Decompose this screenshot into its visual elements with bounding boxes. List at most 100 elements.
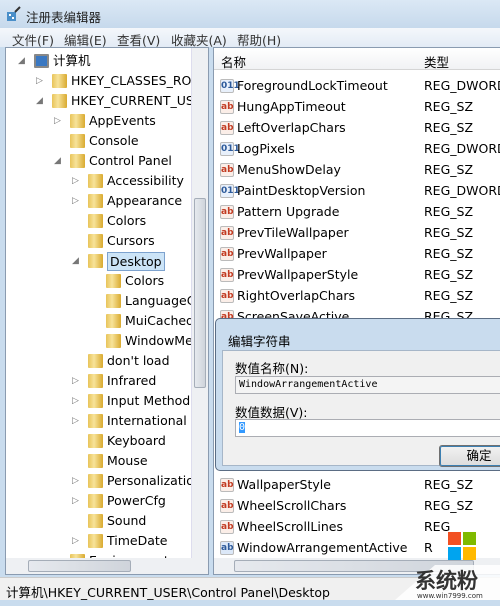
folder-icon [88,534,103,548]
folder-icon [88,254,103,268]
value-row[interactable]: ab RightOverlapChars REG_SZ [214,286,500,306]
collapse-arrow-icon[interactable]: ◢ [18,51,25,71]
value-data-input[interactable]: 0 [235,419,500,437]
folder-icon [88,494,103,508]
value-name: WindowArrangementActive [237,540,408,555]
expand-arrow-icon[interactable]: ▷ [72,191,79,211]
tree-node-label: Personalization [107,473,202,488]
folder-icon [88,174,103,188]
expand-arrow-icon[interactable]: ▷ [54,111,61,131]
binary-value-icon: 011 [220,184,240,198]
scroll-thumb[interactable] [28,560,131,572]
value-name: LogPixels [237,141,295,156]
value-row[interactable]: 011 LogPixels REG_DWORD [214,139,500,159]
value-row[interactable]: ab WheelScrollChars REG_SZ [214,496,500,516]
tree-node-label: HKEY_CLASSES_ROOT [71,73,209,88]
column-header-name[interactable]: 名称 [221,52,246,71]
folder-icon [106,294,121,308]
column-header-type[interactable]: 类型 [424,52,449,71]
value-name: RightOverlapChars [237,288,356,303]
tree-horizontal-scrollbar[interactable] [6,558,208,574]
value-row[interactable]: ab PrevWallpaper REG_SZ [214,244,500,264]
folder-icon [52,74,67,88]
expand-arrow-icon[interactable]: ▷ [72,491,79,511]
value-type: REG_SZ [424,225,474,240]
tree-node-label: PowerCfg [107,493,166,508]
edit-string-dialog: 编辑字符串 数值名称(N): WindowArrangementActive 数… [215,318,500,471]
string-value-icon: ab [220,268,234,282]
folder-icon [88,434,103,448]
value-row[interactable]: ab Pattern Upgrade REG_SZ [214,202,500,222]
expand-arrow-icon[interactable]: ▷ [72,371,79,391]
expand-arrow-icon[interactable]: ▷ [72,391,79,411]
value-row[interactable]: 011 PaintDesktopVersion REG_DWORD [214,181,500,201]
window-title: 注册表编辑器 [26,10,102,25]
folder-icon [88,354,103,368]
folder-icon [88,514,103,528]
tree-node-label: Console [89,133,139,148]
value-type: REG_DWORD [424,78,500,93]
string-value-icon: ab [220,205,234,219]
registry-app-icon [7,6,21,21]
value-row[interactable]: ab PrevWallpaperStyle REG_SZ [214,265,500,285]
svg-text:系统粉: 系统粉 [415,569,478,593]
folder-icon [88,214,103,228]
tree-vertical-scrollbar[interactable] [191,48,208,558]
registry-tree: ◢ 计算机 ▷ HKEY_CLASSES_ROOT ◢ HKEY_CURRENT_USER… [5,47,209,575]
scroll-thumb[interactable] [194,198,206,388]
value-type: REG_DWORD [424,141,500,156]
value-name: PrevWallpaperStyle [237,267,359,282]
folder-icon [70,134,85,148]
tree-node-label: Control Panel [89,153,172,168]
expand-arrow-icon[interactable]: ▷ [72,531,79,551]
tree-node-label: Colors [125,273,165,288]
collapse-arrow-icon[interactable]: ◢ [54,151,61,171]
value-name-field[interactable]: WindowArrangementActive [235,376,500,394]
value-row[interactable]: ab WallpaperStyle REG_SZ [214,475,500,495]
value-name: WheelScrollChars [237,498,347,513]
folder-icon [70,114,85,128]
value-type: REG_SZ [424,267,474,282]
value-name: WallpaperStyle [237,477,331,492]
value-row[interactable]: 011 ForegroundLockTimeout REG_DWORD [214,76,500,96]
value-type: REG_SZ [424,162,474,177]
value-row[interactable]: ab MenuShowDelay REG_SZ [214,160,500,180]
expand-arrow-icon[interactable]: ▷ [72,411,79,431]
tree-node-label: 计算机 [53,53,91,68]
value-row[interactable]: ab LeftOverlapChars REG_SZ [214,118,500,138]
title-bar: 注册表编辑器 [0,0,500,28]
expand-arrow-icon[interactable]: ▷ [72,171,79,191]
expand-arrow-icon[interactable]: ▷ [36,71,43,91]
folder-icon [88,374,103,388]
collapse-arrow-icon[interactable]: ◢ [36,91,43,111]
watermark-logo: 系统粉 www.win7999.com [395,520,500,600]
folder-icon [88,394,103,408]
value-row[interactable]: ab PrevTileWallpaper REG_SZ [214,223,500,243]
tree-node-label: Mouse [107,453,148,468]
tree-node-label: TimeDate [107,533,168,548]
string-value-icon: ab [220,247,234,261]
expand-arrow-icon[interactable]: ▷ [72,471,79,491]
string-value-icon: ab [220,121,234,135]
values-list: 名称 类型 011 ForegroundLockTimeout REG_DWORD a… [213,47,500,575]
tree-node-label: International [107,413,187,428]
folder-icon [106,274,121,288]
tree-node-label: Sound [107,513,147,528]
string-value-icon: ab [220,541,234,555]
string-value-icon: ab [220,499,234,513]
value-type: REG_SZ [424,99,474,114]
folder-icon [52,94,67,108]
dialog-title: 编辑字符串 [228,334,291,349]
value-type: REG_SZ [424,120,474,135]
value-name: PrevWallpaper [237,246,327,261]
value-name: ForegroundLockTimeout [237,78,388,93]
collapse-arrow-icon[interactable]: ◢ [72,251,79,271]
tree-node-label: Desktop [107,252,165,271]
value-row[interactable]: ab HungAppTimeout REG_SZ [214,97,500,117]
tree-node-label: Cursors [107,233,155,248]
tree-node-label: Colors [107,213,147,228]
tree-node-label: Infrared [107,373,157,388]
ok-button[interactable]: 确定 [439,445,500,467]
string-value-icon: ab [220,100,234,114]
dialog-body: 数值名称(N): WindowArrangementActive 数值数据(V)… [222,350,500,467]
